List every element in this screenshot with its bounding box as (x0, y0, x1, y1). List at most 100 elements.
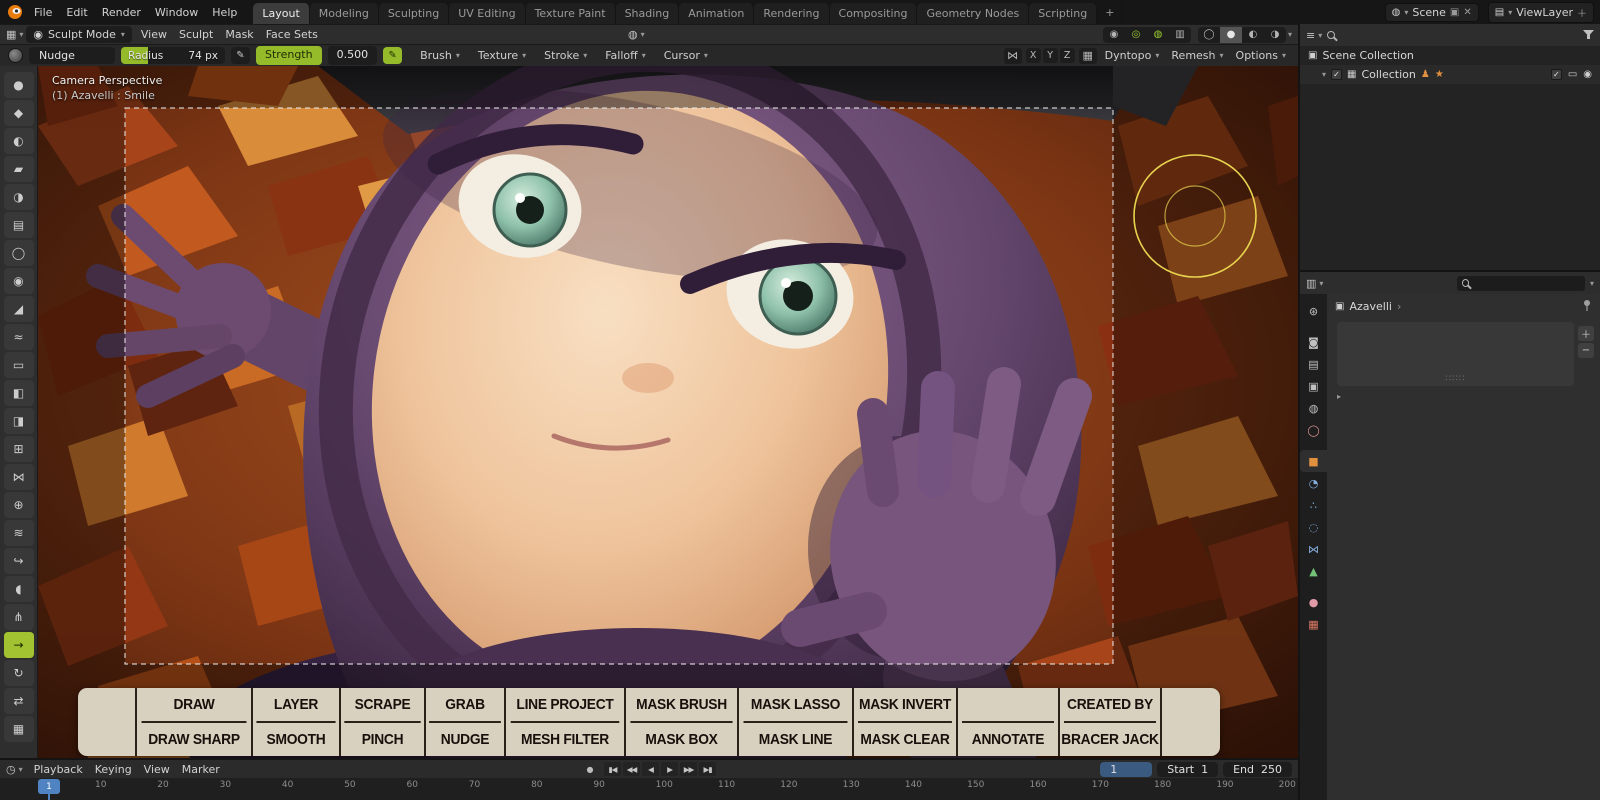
tool-elastic-deform[interactable]: ≋ (3, 520, 34, 546)
tab-render[interactable]: ◙ (1300, 331, 1327, 353)
properties-editor-type-button[interactable]: ▥ ▾ (1306, 277, 1323, 290)
timeline-menu[interactable]: Playback (28, 762, 89, 777)
tab-output[interactable]: ▤ (1300, 353, 1327, 375)
workspace-tab[interactable]: Scripting (1029, 3, 1098, 24)
workspace-tab[interactable]: Layout (253, 3, 310, 24)
tab-view-layer[interactable]: ▣ (1300, 375, 1327, 397)
grid-toggle-icon[interactable]: ▦ (1078, 47, 1097, 64)
mirror-axis-toggle[interactable]: X (1025, 48, 1041, 63)
screen-visibility-icon[interactable]: ▭ (1568, 69, 1577, 80)
timeline-menu[interactable]: Marker (176, 762, 226, 777)
add-button[interactable]: ＋ (1578, 326, 1594, 341)
outliner-editor-type-button[interactable]: ≡ ▾ (1306, 29, 1322, 42)
timeline-menu[interactable]: Keying (89, 762, 138, 777)
transport-button-jump-end[interactable]: ▶▮ (699, 762, 716, 776)
viewport-menu[interactable]: Sculpt (173, 26, 219, 43)
mirror-axis-toggle[interactable]: Y (1042, 48, 1058, 63)
chevron-down-icon[interactable]: ▾ (1590, 279, 1594, 288)
collapsed-panel-row[interactable]: ▸ (1337, 392, 1590, 401)
mirror-axis-toggle[interactable]: Z (1059, 48, 1075, 63)
viewport-menu[interactable]: View (135, 26, 173, 43)
tool-fill[interactable]: ◧ (3, 380, 34, 406)
tool-panel-dropdown[interactable]: Cursor ▾ (660, 47, 712, 64)
viewport-menu[interactable]: Face Sets (260, 26, 324, 43)
tool-pinch[interactable]: ⋈ (3, 464, 34, 490)
current-frame-field[interactable]: 1 (1100, 761, 1153, 777)
tab-scene[interactable]: ◍ (1300, 397, 1327, 419)
viewport-3d[interactable]: Camera Perspective (1) Azavelli : Smile … (38, 66, 1298, 758)
tool-panel-dropdown[interactable]: Falloff ▾ (601, 47, 650, 64)
workspace-tab[interactable]: Texture Paint (525, 3, 616, 24)
radius-slider[interactable]: Radius 74 px (121, 47, 225, 64)
tab-constraints[interactable]: ⋈ (1300, 538, 1327, 560)
tab-tool[interactable]: ⊛ (1300, 300, 1327, 322)
add-workspace-button[interactable]: + (1098, 1, 1123, 23)
tab-particles[interactable]: ∴ (1300, 494, 1327, 516)
scene-selector[interactable]: ◍ ▾ Scene ▣ ✕ (1384, 2, 1479, 22)
transport-button-play-reverse[interactable]: ◀ (642, 762, 659, 776)
exclude-checkbox[interactable]: ✓ (1550, 69, 1562, 80)
collection-checkbox[interactable]: ✓ (1331, 69, 1343, 80)
new-viewlayer-icon[interactable]: ＋ (1577, 5, 1587, 20)
search-icon[interactable] (1327, 31, 1336, 39)
tool-pose[interactable]: ⋔ (3, 604, 34, 630)
tool-layer[interactable]: ▤ (3, 212, 34, 238)
pin-icon[interactable] (1582, 299, 1592, 314)
transport-button-jump-start[interactable]: ▮◀ (604, 762, 621, 776)
shading-mode-button-wireframe[interactable]: ◯ (1198, 27, 1220, 43)
tool-scrape[interactable]: ◨ (3, 408, 34, 434)
tool-clay-strips[interactable]: ▰ (3, 156, 34, 182)
tool-draw-sharp[interactable]: ◆ (3, 100, 34, 126)
properties-search-input[interactable] (1473, 276, 1580, 290)
playhead[interactable]: 1 (38, 779, 60, 800)
outliner-row-collection[interactable]: ▾ ✓ ▦ Collection ♟ ★ ✓ ▭ ◉ (1300, 65, 1600, 84)
tool-blob[interactable]: ◉ (3, 268, 34, 294)
timeline-menu[interactable]: View (138, 762, 176, 777)
workspace-tab[interactable]: Animation (679, 3, 755, 24)
new-scene-icon[interactable]: ▣ (1450, 7, 1459, 18)
strength-slider[interactable]: Strength (256, 46, 322, 65)
transport-button-next-keyframe[interactable]: ▶▶ (680, 762, 697, 776)
mode-dropdown[interactable]: ◉ Sculpt Mode ▾ (26, 25, 132, 44)
workspace-tab[interactable]: Compositing (829, 3, 918, 24)
unlink-scene-icon[interactable]: ✕ (1463, 7, 1471, 18)
viewport-toggle-xray[interactable]: ▥ (1169, 27, 1191, 43)
shading-mode-button-rendered[interactable]: ◑ (1264, 27, 1286, 43)
topbar-menu[interactable]: File (27, 3, 59, 22)
timeline-editor-type-button[interactable]: ◷ ▾ (6, 763, 23, 776)
brush-preview-icon[interactable] (8, 48, 23, 63)
tool-snake-hook[interactable]: ↪ (3, 548, 34, 574)
remove-button[interactable]: − (1578, 343, 1594, 358)
shading-mode-button-solid[interactable]: ● (1219, 26, 1242, 43)
shading-mode-button-material[interactable]: ◐ (1242, 27, 1264, 43)
tool-clay[interactable]: ◐ (3, 128, 34, 154)
topbar-menu[interactable]: Render (95, 3, 148, 22)
strength-pressure-button[interactable]: ✎ (383, 47, 403, 64)
options-dropdown[interactable]: Options ▾ (1232, 47, 1290, 64)
workspace-tab[interactable]: UV Editing (449, 3, 526, 24)
topbar-menu[interactable]: Help (205, 3, 244, 22)
tool-flatten[interactable]: ▭ (3, 352, 34, 378)
viewport-toggle-visibility[interactable]: ◉ (1103, 27, 1125, 43)
tab-texture[interactable]: ▦ (1300, 613, 1327, 635)
shading-options-caret[interactable]: ▾ (1288, 30, 1292, 39)
breadcrumb-object-name[interactable]: Azavelli (1349, 300, 1392, 313)
tool-panel-dropdown[interactable]: Brush ▾ (416, 47, 464, 64)
tab-physics[interactable]: ◌ (1300, 516, 1327, 538)
strength-value-field[interactable]: 0.500 (327, 46, 378, 65)
viewport-toggle-overlays[interactable]: ◍ (1147, 27, 1169, 43)
tool-crease[interactable]: ◢ (3, 296, 34, 322)
transport-button-prev-keyframe[interactable]: ◀◀ (623, 762, 640, 776)
workspace-tab[interactable]: Shading (615, 3, 680, 24)
tool-grab[interactable]: ⊕ (3, 492, 34, 518)
auto-keying-toggle[interactable]: ● (582, 762, 598, 776)
expand-icon[interactable]: ▾ (1322, 70, 1326, 79)
radius-pressure-button[interactable]: ✎ (231, 47, 250, 64)
mirror-icon[interactable]: ⋈ (1003, 47, 1022, 64)
topbar-menu[interactable]: Edit (59, 3, 94, 22)
tool-slide-relax[interactable]: ⇄ (3, 688, 34, 714)
tool-clay-thumb[interactable]: ◑ (3, 184, 34, 210)
tool-rotate[interactable]: ↻ (3, 660, 34, 686)
viewlayer-selector[interactable]: ▤ ▾ ViewLayer ＋ (1487, 1, 1594, 23)
workspace-tab[interactable]: Modeling (309, 3, 379, 24)
